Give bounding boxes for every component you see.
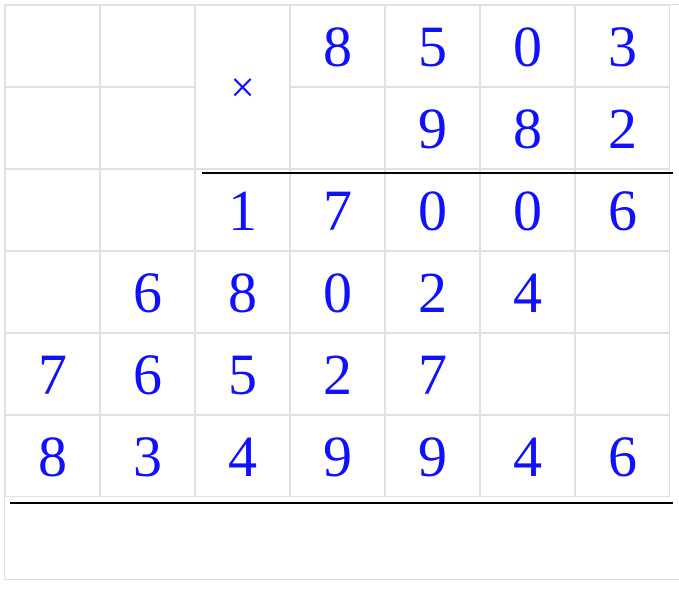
cell-r4c4: 0 <box>290 251 385 333</box>
cell-r4c7 <box>575 251 670 333</box>
cell-r4c5: 2 <box>385 251 480 333</box>
cell-r4c1 <box>5 251 100 333</box>
cell-r5c4: 2 <box>290 333 385 415</box>
sum-rule <box>10 502 673 504</box>
grid: × 8 5 0 3 9 8 2 1 7 0 0 6 6 8 0 2 4 7 6 … <box>4 4 679 580</box>
multiply-symbol: × <box>195 5 290 169</box>
multiplication-layout: × 8 5 0 3 9 8 2 1 7 0 0 6 6 8 0 2 4 7 6 … <box>4 4 679 580</box>
cell-r5c3: 5 <box>195 333 290 415</box>
cell-r2c7: 2 <box>575 87 670 169</box>
cell-r6c3: 4 <box>195 415 290 497</box>
cell-r3c7: 6 <box>575 169 670 251</box>
cell-r4c3: 8 <box>195 251 290 333</box>
cell-r3c2 <box>100 169 195 251</box>
cell-r3c5: 0 <box>385 169 480 251</box>
cell-r5c7 <box>575 333 670 415</box>
cell-r5c6 <box>480 333 575 415</box>
cell-r2c1 <box>5 87 100 169</box>
cell-r1c1 <box>5 5 100 87</box>
cell-r1c4: 8 <box>290 5 385 87</box>
cell-r3c1 <box>5 169 100 251</box>
cell-r2c5: 9 <box>385 87 480 169</box>
cell-r6c6: 4 <box>480 415 575 497</box>
cell-r6c1: 8 <box>5 415 100 497</box>
cell-r5c5: 7 <box>385 333 480 415</box>
cell-r2c4 <box>290 87 385 169</box>
cell-r4c6: 4 <box>480 251 575 333</box>
cell-r1c7: 3 <box>575 5 670 87</box>
cell-r6c5: 9 <box>385 415 480 497</box>
cell-r1c5: 5 <box>385 5 480 87</box>
cell-r3c6: 0 <box>480 169 575 251</box>
cell-r5c1: 7 <box>5 333 100 415</box>
cell-r1c2 <box>100 5 195 87</box>
cell-r4c2: 6 <box>100 251 195 333</box>
cell-r2c2 <box>100 87 195 169</box>
operands-rule <box>202 172 673 174</box>
cell-r5c2: 6 <box>100 333 195 415</box>
cell-r6c7: 6 <box>575 415 670 497</box>
cell-r3c3: 1 <box>195 169 290 251</box>
cell-r3c4: 7 <box>290 169 385 251</box>
cell-r6c2: 3 <box>100 415 195 497</box>
cell-r1c6: 0 <box>480 5 575 87</box>
cell-r6c4: 9 <box>290 415 385 497</box>
cell-r2c6: 8 <box>480 87 575 169</box>
